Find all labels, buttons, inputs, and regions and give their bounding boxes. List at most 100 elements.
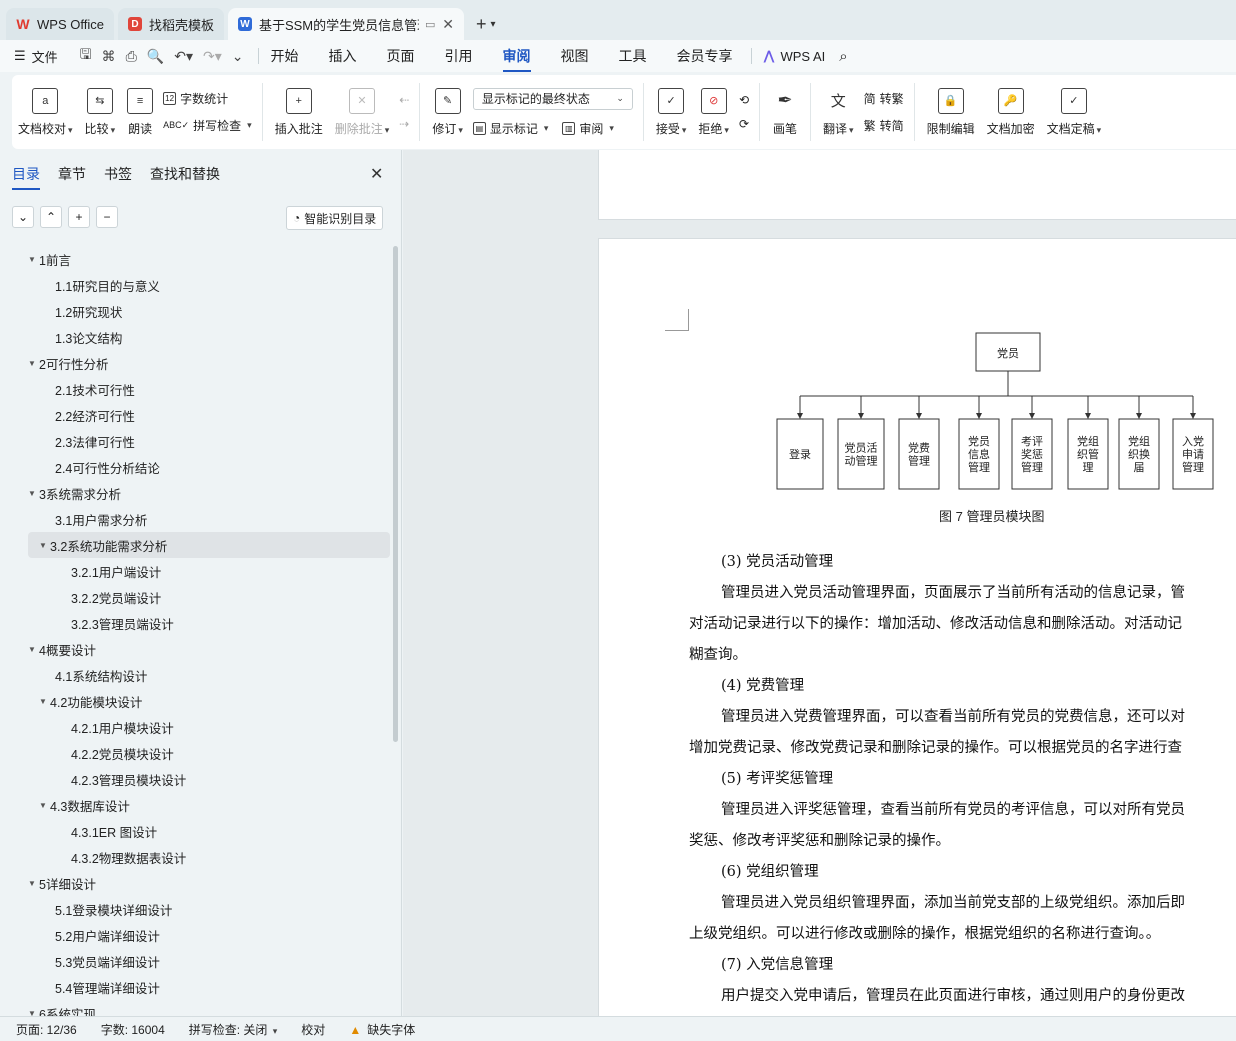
toc-item[interactable]: 4.2.1用户模块设计: [28, 714, 390, 740]
toc-item[interactable]: 3.1用户需求分析: [28, 506, 390, 532]
toc-item[interactable]: 5.3党员端详细设计: [28, 948, 390, 974]
menu-insert[interactable]: 插入: [329, 46, 357, 66]
compare-button[interactable]: ⇆ 比较 ▾: [79, 77, 122, 147]
toc-item[interactable]: 4.2.3管理员模块设计: [28, 766, 390, 792]
toc-item[interactable]: 5.4管理端详细设计: [28, 974, 390, 1000]
print-preview-icon[interactable]: 🔍: [147, 48, 164, 65]
chevron-down-icon[interactable]: ⌄: [12, 206, 34, 228]
menu-page[interactable]: 页面: [387, 46, 415, 66]
toc-item[interactable]: 3.2.3管理员端设计: [28, 610, 390, 636]
expand-arrow-icon[interactable]: ▼: [28, 359, 39, 368]
toc-item[interactable]: 1.1研究目的与意义: [28, 272, 390, 298]
search-icon[interactable]: ⌕: [839, 48, 847, 65]
tab-find-replace[interactable]: 查找和替换: [150, 164, 220, 184]
word-count-indicator[interactable]: 字数: 16004: [101, 1021, 165, 1038]
more-chevron-icon[interactable]: ⌄: [232, 48, 244, 65]
translate-button[interactable]: 文 翻译 ▾: [817, 77, 860, 147]
tab-bookmarks[interactable]: 书签: [104, 164, 132, 184]
expand-arrow-icon[interactable]: ▼: [28, 645, 39, 654]
share-icon[interactable]: ⌘: [102, 48, 116, 65]
toc-item[interactable]: 4.3.2物理数据表设计: [28, 844, 390, 870]
toc-item[interactable]: ▼ 4.2功能模块设计: [28, 688, 390, 714]
toc-item[interactable]: 3.2.2党员端设计: [28, 584, 390, 610]
previous-comment-icon[interactable]: ⇠: [399, 93, 409, 107]
menu-tools[interactable]: 工具: [619, 46, 647, 66]
menu-reference[interactable]: 引用: [445, 46, 473, 66]
page-indicator[interactable]: 页面: 12/36: [16, 1021, 77, 1038]
doc-encrypt-button[interactable]: 🔑 文档加密: [981, 77, 1041, 147]
remove-heading-icon[interactable]: −: [96, 206, 118, 228]
accept-button[interactable]: ✓ 接受 ▾: [650, 77, 693, 147]
proofread-button[interactable]: 校对: [301, 1021, 325, 1038]
toc-item[interactable]: ▼ 3系统需求分析: [28, 480, 390, 506]
revise-button[interactable]: ✎ 修订 ▾: [426, 77, 469, 147]
expand-arrow-icon[interactable]: ▼: [28, 879, 39, 888]
previous-change-icon[interactable]: ⟲: [739, 93, 749, 107]
wps-ai-button[interactable]: ⋀ WPS AI: [764, 48, 826, 64]
pen-button[interactable]: ✒ 画笔: [766, 77, 804, 147]
reject-button[interactable]: ⊘ 拒绝 ▾: [692, 77, 735, 147]
toc-item[interactable]: ▼ 3.2系统功能需求分析: [28, 532, 390, 558]
expand-arrow-icon[interactable]: ▼: [39, 541, 50, 550]
expand-arrow-icon[interactable]: ▼: [28, 255, 39, 264]
markup-state-select[interactable]: 显示标记的最终状态 ⌄: [472, 87, 633, 110]
smart-toc-button[interactable]: ◔ 智能识别目录: [286, 206, 384, 230]
toc-item[interactable]: ▼ 5详细设计: [28, 870, 390, 896]
toc-item[interactable]: 5.1登录模块详细设计: [28, 896, 390, 922]
new-tab-button[interactable]: + ▾: [468, 8, 504, 40]
toc-item[interactable]: 2.3法律可行性: [28, 428, 390, 454]
toc-item[interactable]: ▼ 4.3数据库设计: [28, 792, 390, 818]
toc-item[interactable]: 2.4可行性分析结论: [28, 454, 390, 480]
toc-item[interactable]: 1.2研究现状: [28, 298, 390, 324]
spell-check-status[interactable]: 拼写检查: 关闭 ▾: [189, 1021, 278, 1038]
undo-icon[interactable]: ↶▾: [174, 48, 193, 65]
add-heading-icon[interactable]: +: [68, 206, 90, 228]
tab-wps-office[interactable]: W WPS Office: [6, 8, 114, 40]
toc-item[interactable]: 5.2用户端详细设计: [28, 922, 390, 948]
close-tab-icon[interactable]: ✕: [442, 16, 454, 33]
next-change-icon[interactable]: ⟳: [739, 117, 749, 131]
save-icon[interactable]: 🖫: [80, 44, 92, 68]
toc-item[interactable]: ▼ 1前言: [28, 246, 390, 272]
to-simplified-button[interactable]: 繁转简: [864, 117, 904, 134]
menu-start[interactable]: 开始: [271, 46, 299, 66]
toc-item[interactable]: 1.3论文结构: [28, 324, 390, 350]
menu-view[interactable]: 视图: [561, 46, 589, 66]
toc-item[interactable]: 4.3.1ER 图设计: [28, 818, 390, 844]
toc-item[interactable]: 4.2.2党员模块设计: [28, 740, 390, 766]
tab-sections[interactable]: 章节: [58, 164, 86, 184]
show-markup-button[interactable]: ▤ 显示标记 ▾: [472, 120, 548, 137]
menu-review[interactable]: 审阅: [502, 46, 531, 72]
review-pane-button[interactable]: ▥ 审阅 ▾: [562, 120, 614, 137]
chevron-up-icon[interactable]: ⌃: [40, 206, 62, 228]
insert-comment-button[interactable]: + 插入批注: [269, 77, 329, 147]
delete-comment-button[interactable]: ✕ 删除批注 ▾: [329, 77, 396, 147]
redo-icon[interactable]: ↷▾: [203, 48, 222, 65]
menu-member[interactable]: 会员专享: [677, 46, 733, 66]
toc-item[interactable]: ▼ 2可行性分析: [28, 350, 390, 376]
word-count-button[interactable]: 12 字数统计: [163, 90, 252, 107]
expand-arrow-icon[interactable]: ▼: [39, 801, 50, 810]
doc-check-button[interactable]: a 文档校对 ▾: [12, 77, 79, 147]
read-aloud-button[interactable]: ≡ 朗读: [121, 77, 159, 147]
close-panel-icon[interactable]: ✕: [370, 164, 383, 184]
toc-item[interactable]: 2.1技术可行性: [28, 376, 390, 402]
toc-item[interactable]: 3.2.1用户端设计: [28, 558, 390, 584]
toc-item[interactable]: ▼ 4概要设计: [28, 636, 390, 662]
restrict-edit-button[interactable]: 🔒 限制编辑: [921, 77, 981, 147]
print-icon[interactable]: ⎙: [126, 48, 137, 65]
toc-item[interactable]: 4.1系统结构设计: [28, 662, 390, 688]
doc-finalize-button[interactable]: ✓ 文档定稿 ▾: [1041, 77, 1108, 147]
tab-current-document[interactable]: W 基于SSM的学生党员信息管理 ▭ ✕: [227, 8, 464, 40]
toc-item[interactable]: 2.2经济可行性: [28, 402, 390, 428]
tab-toc[interactable]: 目录: [12, 164, 40, 190]
tab-docer-templates[interactable]: D 找稻壳模板: [117, 8, 224, 40]
toc-scrollbar[interactable]: [393, 246, 398, 742]
spell-check-button[interactable]: ABC✓ 拼写检查 ▾: [163, 117, 252, 134]
file-menu[interactable]: ☰ 文件: [14, 47, 58, 66]
expand-arrow-icon[interactable]: ▼: [28, 489, 39, 498]
missing-font-button[interactable]: ▲ 缺失字体: [349, 1021, 415, 1038]
expand-arrow-icon[interactable]: ▼: [39, 697, 50, 706]
to-traditional-button[interactable]: 简转繁: [864, 90, 904, 107]
next-comment-icon[interactable]: ⇢: [399, 117, 409, 131]
